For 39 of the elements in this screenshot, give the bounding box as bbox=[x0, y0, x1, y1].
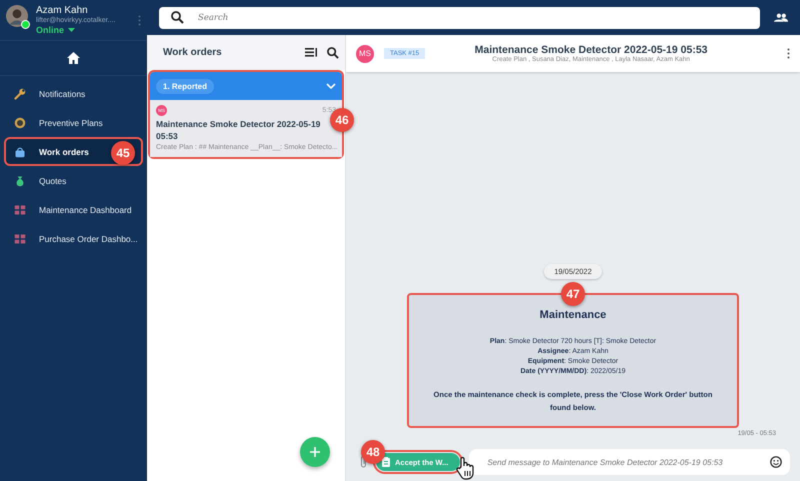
item-title: Maintenance Smoke Detector 2022-05-19 05:53 bbox=[156, 118, 322, 142]
group-label: 1. Reported bbox=[156, 78, 214, 94]
nav-icon bbox=[14, 204, 26, 216]
callout-badge: 45 bbox=[111, 141, 135, 165]
search-field[interactable]: Search bbox=[159, 6, 760, 28]
emoji-icon[interactable] bbox=[770, 456, 782, 468]
nav-item[interactable]: Quotes bbox=[4, 166, 143, 195]
clipboard-icon bbox=[382, 457, 390, 467]
nav-icon bbox=[14, 232, 26, 244]
user-name: Azam Kahn bbox=[36, 5, 89, 16]
status-dropdown[interactable]: Online bbox=[36, 25, 130, 35]
avatar-initials: MS bbox=[356, 44, 374, 62]
caret-icon bbox=[68, 28, 76, 32]
avatar-icon bbox=[6, 5, 28, 27]
message-heading: Maintenance bbox=[540, 309, 606, 321]
nav-item[interactable]: Purchase Order Dashbo... bbox=[4, 224, 143, 253]
message-field[interactable]: Send message to Maintenance Smoke Detector 2022-05-19 05:53 bbox=[469, 449, 790, 475]
nav-item[interactable]: Maintenance Dashboard bbox=[4, 195, 143, 224]
more-icon[interactable] bbox=[787, 48, 790, 59]
nav-item[interactable]: Work orders 45 bbox=[4, 137, 143, 166]
nav-item[interactable]: Notifications bbox=[4, 79, 143, 108]
plus-icon bbox=[310, 447, 320, 457]
home-icon[interactable] bbox=[67, 52, 80, 64]
callout-badge: 48 bbox=[361, 440, 385, 464]
search-icon bbox=[171, 11, 184, 24]
chevron-icon bbox=[326, 83, 336, 89]
hand-cursor-icon bbox=[455, 456, 476, 480]
nav-icon bbox=[14, 116, 26, 128]
nav-icon bbox=[14, 174, 26, 186]
nav-item[interactable]: Preventive Plans bbox=[4, 108, 143, 137]
attach-icon[interactable] bbox=[360, 455, 367, 469]
nav-icon bbox=[14, 146, 26, 158]
chat-title: Maintenance Smoke Detector 2022-05-19 05:53 bbox=[474, 44, 708, 56]
search-icon[interactable] bbox=[327, 46, 339, 58]
panel-title: Work orders bbox=[163, 47, 223, 58]
nav-icon bbox=[14, 88, 26, 100]
contacts-icon[interactable] bbox=[774, 13, 788, 22]
filter-icon[interactable] bbox=[305, 48, 317, 57]
callout-badge: 47 bbox=[561, 282, 585, 306]
